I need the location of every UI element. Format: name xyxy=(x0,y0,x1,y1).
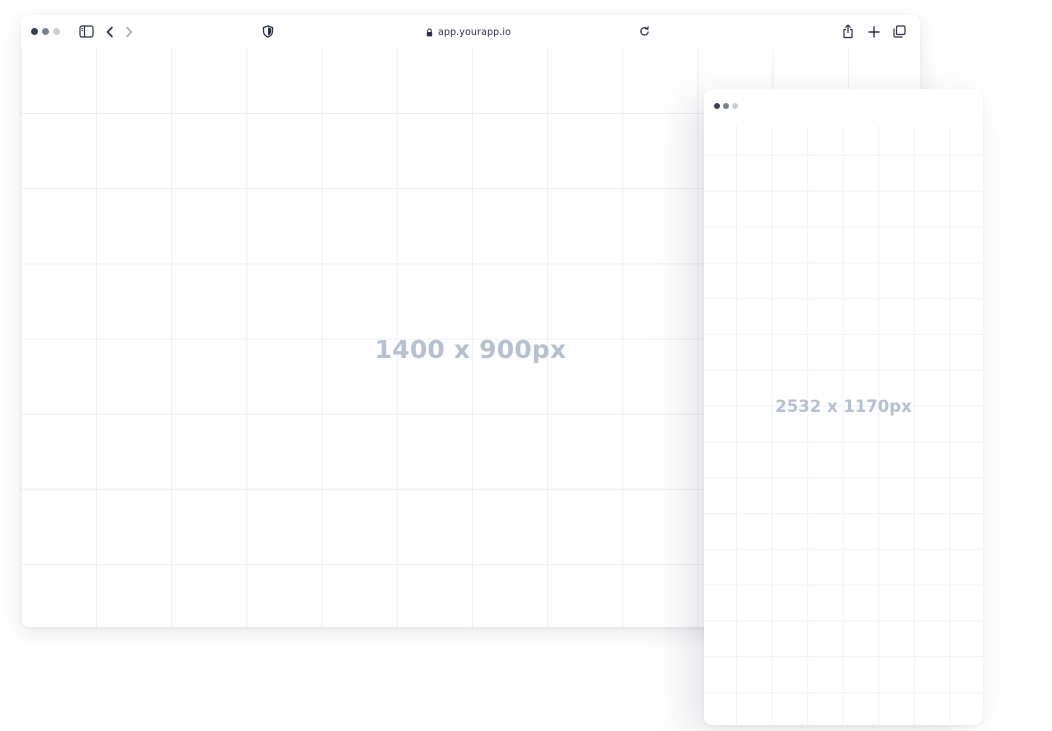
mobile-dot-zoom[interactable] xyxy=(732,103,738,109)
window-controls xyxy=(31,28,60,35)
sidebar-icon[interactable] xyxy=(78,23,95,40)
lock-icon xyxy=(426,28,433,37)
address-bar[interactable]: app.yourapp.io xyxy=(426,24,511,40)
mobile-dot-minimize[interactable] xyxy=(723,103,729,109)
mobile-window: 2532 x 1170px xyxy=(704,89,983,725)
reload-icon[interactable] xyxy=(636,23,653,40)
url-text: app.yourapp.io xyxy=(438,26,512,38)
tabs-icon[interactable] xyxy=(891,23,908,40)
mobile-dot-close[interactable] xyxy=(714,103,720,109)
share-icon[interactable] xyxy=(839,23,856,40)
chevron-left-icon[interactable] xyxy=(101,23,118,40)
mobile-canvas xyxy=(704,126,983,725)
browser-toolbar: app.yourapp.io xyxy=(21,15,920,48)
chevron-right-icon[interactable] xyxy=(120,23,137,40)
window-dot-zoom[interactable] xyxy=(53,28,60,35)
plus-icon[interactable] xyxy=(865,23,882,40)
mobile-window-controls xyxy=(714,103,738,109)
window-dot-close[interactable] xyxy=(31,28,38,35)
shield-icon[interactable] xyxy=(259,23,276,40)
window-dot-minimize[interactable] xyxy=(42,28,49,35)
mobile-size-label: 2532 x 1170px xyxy=(775,397,912,416)
